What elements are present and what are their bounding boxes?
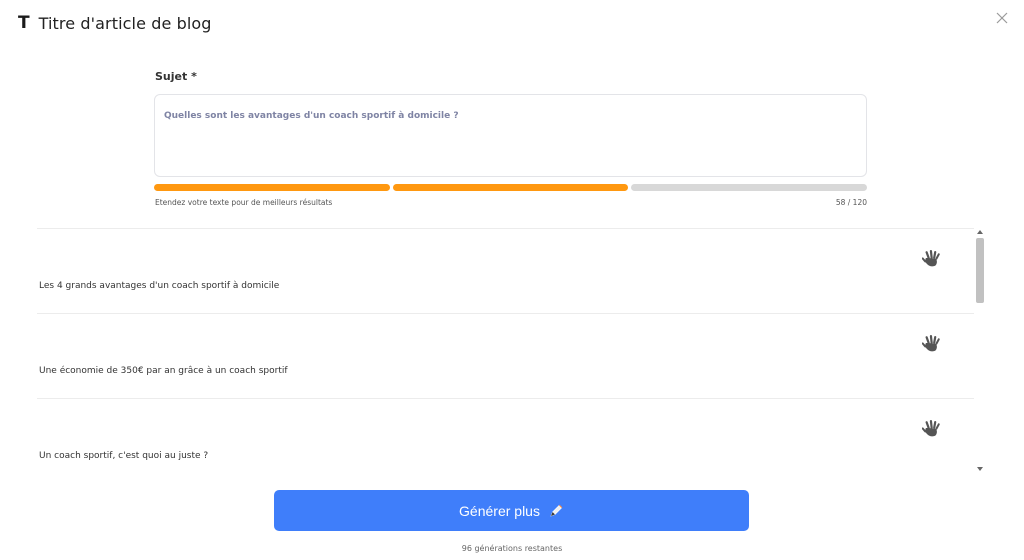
- hand-icon[interactable]: [922, 419, 942, 439]
- scroll-up-arrow-icon[interactable]: [977, 230, 983, 234]
- scroll-thumb[interactable]: [976, 238, 984, 303]
- subject-input[interactable]: Quelles sont les avantages d'un coach sp…: [154, 94, 867, 177]
- hand-icon[interactable]: [922, 249, 942, 269]
- generate-more-label: Générer plus: [459, 502, 540, 519]
- result-text: Un coach sportif, c'est quoi au juste ?: [39, 451, 209, 461]
- progress-segment: [392, 184, 629, 191]
- result-item[interactable]: Un coach sportif, c'est quoi au juste ?: [37, 398, 974, 473]
- result-item[interactable]: Les 4 grands avantages d'un coach sporti…: [37, 228, 974, 313]
- length-hint: Etendez votre texte pour de meilleurs ré…: [155, 198, 333, 207]
- close-icon[interactable]: [995, 11, 1009, 25]
- progress-segment: [154, 184, 390, 191]
- results-list: Les 4 grands avantages d'un coach sporti…: [37, 228, 974, 473]
- subject-label: Sujet *: [155, 70, 197, 83]
- length-progress-bar: [154, 184, 868, 191]
- scroll-down-arrow-icon[interactable]: [977, 467, 983, 471]
- result-text: Une économie de 350€ par an grâce à un c…: [39, 366, 288, 376]
- generate-more-button[interactable]: Générer plus: [274, 490, 749, 531]
- page-title: Titre d'article de blog: [38, 14, 212, 33]
- char-counter: 58 / 120: [835, 198, 867, 207]
- results-scrollbar[interactable]: [974, 228, 986, 473]
- result-text: Les 4 grands avantages d'un coach sporti…: [39, 281, 280, 291]
- dialog-header: T Titre d'article de blog: [18, 14, 212, 33]
- progress-segment: [631, 184, 868, 191]
- hand-icon[interactable]: [922, 334, 942, 354]
- result-item[interactable]: Une économie de 350€ par an grâce à un c…: [37, 313, 974, 398]
- pen-icon: [550, 504, 563, 517]
- text-type-icon: T: [18, 13, 30, 33]
- remaining-generations: 96 générations restantes: [461, 544, 563, 553]
